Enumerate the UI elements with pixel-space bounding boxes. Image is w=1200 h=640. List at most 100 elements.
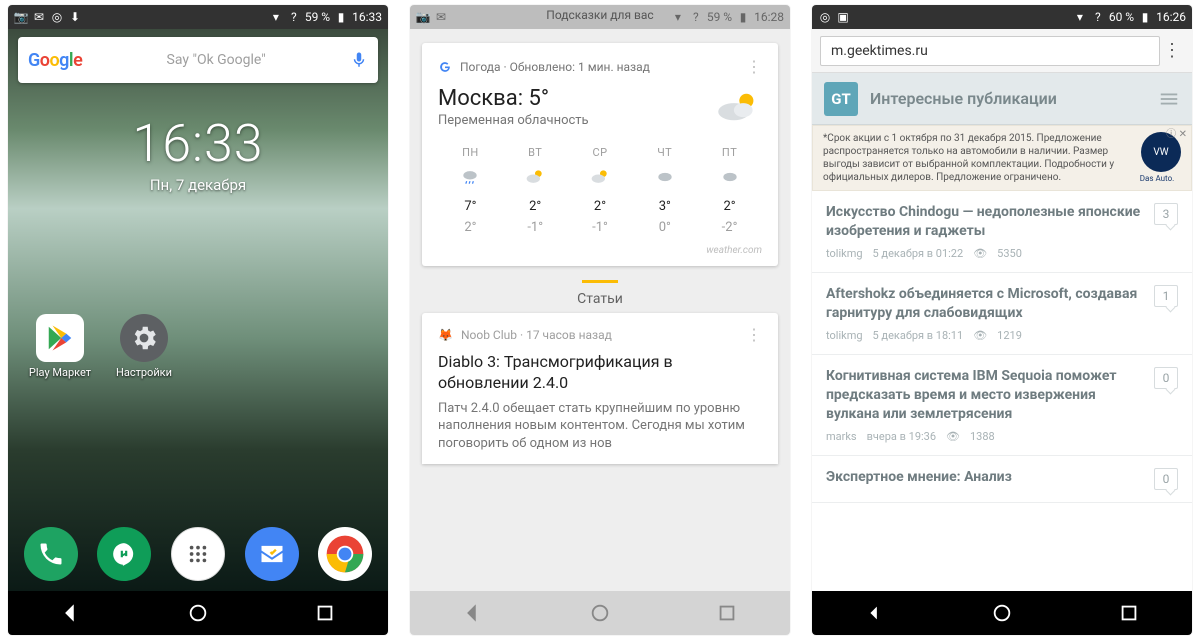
- article-card[interactable]: 🦊 Noob Club · 17 часов назад ⋮ Diablo 3:…: [422, 313, 778, 464]
- weather-card[interactable]: Погода · Обновлено: 1 мин. назад ⋮ Москв…: [422, 43, 778, 266]
- browser-menu-icon[interactable]: ⋮: [1160, 40, 1184, 61]
- wallpaper[interactable]: Google Say "Ok Google" 16:33 Пн, 7 декаб…: [8, 29, 388, 591]
- article-summary: Патч 2.4.0 обещает стать крупнейшим по у…: [438, 400, 762, 453]
- status-time: 16:28: [754, 10, 784, 24]
- weather-source[interactable]: weather.com: [438, 245, 762, 256]
- gmail-icon: ✉: [32, 10, 46, 24]
- webpage[interactable]: GT Интересные публикации *Срок акции с 1…: [812, 73, 1192, 591]
- wifi-icon: ▾: [1073, 10, 1087, 24]
- forecast-day[interactable]: ВТ 2° -1°: [507, 146, 564, 235]
- battery-icon: ▮: [1138, 10, 1152, 24]
- google-g-icon: [438, 60, 452, 74]
- phone-browser: ◎ ▣ ▾ ? 60 % ▮ 16:26 m.geektimes.ru ⋮ GT…: [812, 5, 1192, 635]
- battery-text: 59 %: [707, 10, 732, 24]
- app-label: Настройки: [112, 366, 176, 379]
- cloudy-icon: [655, 167, 675, 187]
- comments-badge[interactable]: 1: [1154, 285, 1178, 307]
- nav-home-icon[interactable]: [589, 602, 611, 624]
- search-placeholder: Say "Ok Google": [82, 52, 350, 68]
- nav-back-icon[interactable]: [60, 602, 82, 624]
- nav-back-icon[interactable]: [462, 602, 484, 624]
- mic-icon[interactable]: [350, 51, 368, 69]
- battery-icon: ▮: [736, 10, 750, 24]
- post-title: Экспертное мнение: Анализ: [826, 468, 1144, 487]
- gmail-icon: ✉: [434, 10, 448, 24]
- nav-home-icon[interactable]: [187, 602, 209, 624]
- clock-time: 16:33: [8, 113, 388, 174]
- forecast-day[interactable]: ПТ 2° -2°: [701, 146, 758, 235]
- rain-icon: [460, 167, 480, 187]
- post-author[interactable]: marks: [826, 430, 857, 443]
- nav-home-icon[interactable]: [991, 602, 1013, 624]
- forecast-day[interactable]: ПН 7° 2°: [442, 146, 499, 235]
- phone-homescreen: 📷 ✉ ◎ ⬇ ▾ ? 59 % ▮ 16:33 Google Say "Ok …: [8, 5, 388, 635]
- url-bar[interactable]: m.geektimes.ru: [820, 36, 1160, 66]
- comments-badge[interactable]: 0: [1154, 367, 1178, 389]
- eye-icon: 👁: [973, 329, 987, 342]
- feed-tab[interactable]: Статьи: [410, 280, 790, 307]
- nav-recent-icon[interactable]: [716, 602, 738, 624]
- forecast-day[interactable]: ЧТ 3° 0°: [636, 146, 693, 235]
- post-list: Искусство Chindogu — недополезные японск…: [812, 191, 1192, 502]
- post-title: Искусство Chindogu — недополезные японск…: [826, 203, 1144, 241]
- site-logo[interactable]: GT: [824, 82, 858, 116]
- status-bar: ◎ ▣ ▾ ? 60 % ▮ 16:26: [812, 5, 1192, 29]
- browser-toolbar: m.geektimes.ru ⋮: [812, 29, 1192, 73]
- app-play-store[interactable]: Play Маркет: [28, 314, 92, 379]
- forecast-row: ПН 7° 2° ВТ 2° -1° СР 2° -1°: [438, 146, 762, 235]
- nav-recent-icon[interactable]: [314, 602, 336, 624]
- fox-icon: 🦊: [438, 328, 453, 342]
- wifi-icon: ▾: [671, 10, 685, 24]
- list-item[interactable]: Когнитивная система IBM Sequoia поможет …: [812, 355, 1192, 456]
- help-icon: ?: [689, 10, 703, 24]
- nav-bar: [812, 591, 1192, 635]
- site-header: GT Интересные публикации: [812, 73, 1192, 125]
- ad-close-icon[interactable]: ⓘ ✕: [1166, 128, 1187, 141]
- post-views: 5350: [997, 247, 1022, 260]
- settings-icon: [120, 314, 168, 362]
- nav-recent-icon[interactable]: [1118, 602, 1140, 624]
- app-label: Play Маркет: [28, 366, 92, 379]
- post-author[interactable]: tolikmg: [826, 329, 863, 342]
- partly-cloudy-icon: [712, 87, 762, 127]
- tab-label: Статьи: [410, 291, 790, 307]
- clock-widget[interactable]: 16:33 Пн, 7 декабря: [8, 113, 388, 194]
- chrome-icon: ◎: [818, 10, 832, 24]
- more-icon[interactable]: ⋮: [746, 57, 762, 76]
- post-date: вчера в 19:36: [867, 430, 936, 443]
- nav-back-icon[interactable]: [864, 602, 886, 624]
- post-author[interactable]: tolikmg: [826, 247, 863, 260]
- post-title: Aftershokz объединяется с Microsoft, соз…: [826, 285, 1144, 323]
- ad-banner[interactable]: *Срок акции с 1 октября по 31 декабря 20…: [812, 125, 1192, 191]
- google-search-widget[interactable]: Google Say "Ok Google": [18, 37, 378, 83]
- eye-icon: 👁: [973, 247, 987, 260]
- dock-app-drawer[interactable]: [171, 527, 225, 581]
- list-item[interactable]: Искусство Chindogu — недополезные японск…: [812, 191, 1192, 273]
- dock-hangouts[interactable]: [97, 527, 151, 581]
- list-item[interactable]: Экспертное мнение: Анализ 0: [812, 456, 1192, 503]
- dock-chrome[interactable]: [318, 527, 372, 581]
- partly-cloudy-icon: [525, 167, 545, 187]
- battery-text: 59 %: [305, 10, 330, 24]
- now-feed[interactable]: Погода · Обновлено: 1 мин. назад ⋮ Москв…: [410, 29, 790, 591]
- comments-badge[interactable]: 3: [1154, 203, 1178, 225]
- post-views: 1388: [970, 430, 995, 443]
- battery-text: 60 %: [1109, 10, 1134, 24]
- dock-phone[interactable]: [24, 527, 78, 581]
- hamburger-icon[interactable]: [1158, 88, 1180, 110]
- post-views: 1219: [997, 329, 1022, 342]
- card-header-text: Погода · Обновлено: 1 мин. назад: [460, 60, 650, 74]
- battery-icon: ▮: [334, 10, 348, 24]
- more-icon[interactable]: ⋮: [746, 325, 762, 344]
- list-item[interactable]: Aftershokz объединяется с Microsoft, соз…: [812, 273, 1192, 355]
- play-store-icon: [36, 314, 84, 362]
- comments-badge[interactable]: 0: [1154, 468, 1178, 490]
- app-settings[interactable]: Настройки: [112, 314, 176, 379]
- post-date: 5 декабря в 18:11: [873, 329, 964, 342]
- dock-inbox[interactable]: [245, 527, 299, 581]
- forecast-day[interactable]: СР 2° -1°: [572, 146, 629, 235]
- image-icon: ▣: [836, 10, 850, 24]
- post-title: Когнитивная система IBM Sequoia поможет …: [826, 367, 1144, 424]
- article-source: Noob Club · 17 часов назад: [461, 328, 612, 342]
- ad-brand: Das Auto.: [1133, 174, 1181, 184]
